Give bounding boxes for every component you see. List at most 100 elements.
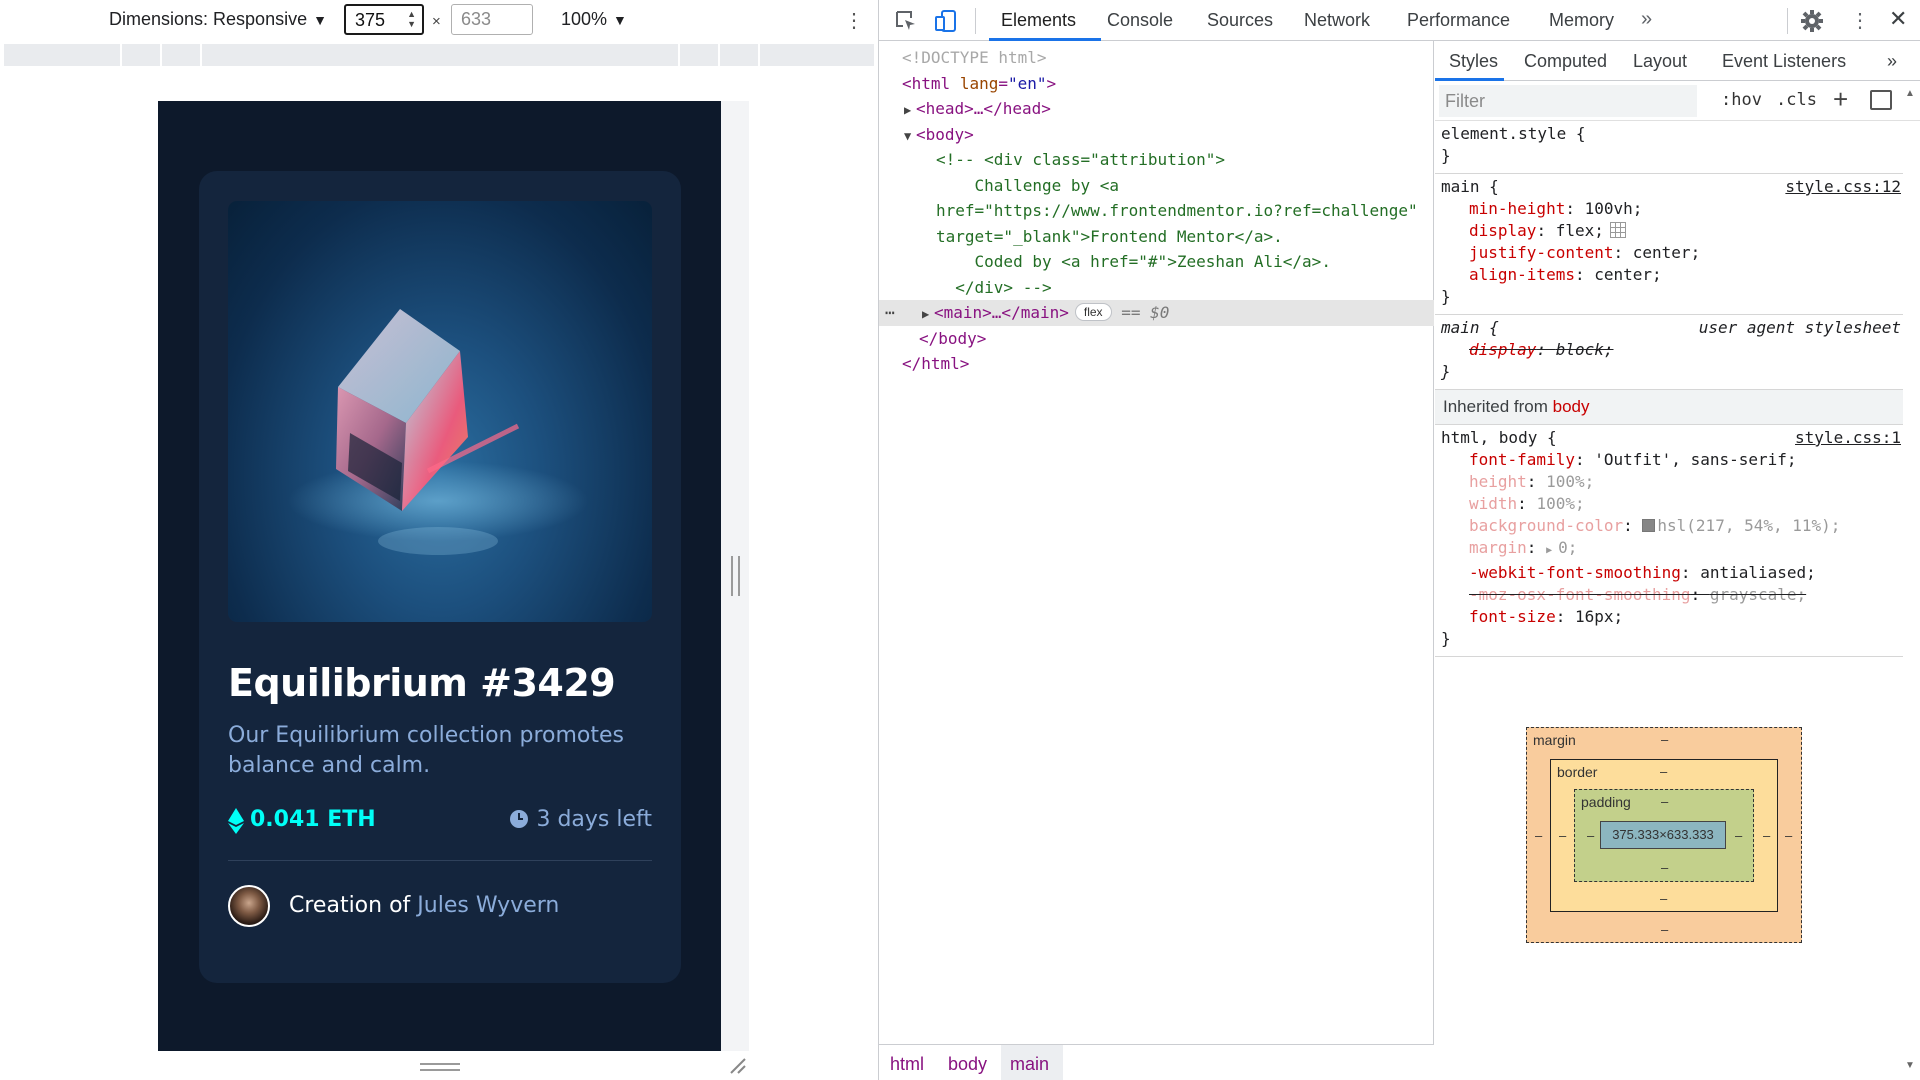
device-toolbar-icon[interactable] xyxy=(934,9,958,33)
dom-node-main[interactable]: ⋯ ▶ <main>…</main> flex == $0 xyxy=(879,300,1434,326)
more-tabs-icon[interactable]: » xyxy=(1641,8,1652,31)
margin-right-value[interactable]: – xyxy=(1785,828,1792,843)
css-declaration[interactable]: font-size: 16px; xyxy=(1441,606,1903,628)
node-actions-icon[interactable]: ⋯ xyxy=(885,300,895,326)
dimensions-dropdown[interactable]: Dimensions: Responsive ▼ xyxy=(109,9,327,30)
breadcrumb-main[interactable]: main xyxy=(1010,1054,1049,1075)
tab-layout[interactable]: Layout xyxy=(1633,51,1687,72)
color-swatch-icon[interactable] xyxy=(1642,519,1656,532)
media-query-segment[interactable] xyxy=(202,44,680,66)
border-left-value[interactable]: – xyxy=(1559,828,1566,843)
tab-console[interactable]: Console xyxy=(1107,10,1173,31)
box-model-margin[interactable]: margin – – – – border – – – – padding – … xyxy=(1526,727,1802,943)
tab-network[interactable]: Network xyxy=(1304,10,1370,31)
margin-top-value[interactable]: – xyxy=(1661,732,1668,747)
rule-source-link[interactable]: style.css:1 xyxy=(1795,427,1901,449)
settings-gear-icon[interactable] xyxy=(1800,9,1824,33)
expand-triangle-icon[interactable]: ▶ xyxy=(922,302,934,328)
breadcrumb-html[interactable]: html xyxy=(890,1054,924,1075)
breadcrumb-body[interactable]: body xyxy=(948,1054,987,1075)
dom-node-html-close[interactable]: </html> xyxy=(879,351,1434,377)
hover-state-button[interactable]: :hov xyxy=(1721,90,1762,110)
css-declaration-inactive[interactable]: background-color: hsl(217, 54%, 11%); xyxy=(1441,515,1903,537)
css-declaration[interactable]: display: flex; xyxy=(1441,220,1903,242)
border-bottom-value[interactable]: – xyxy=(1660,891,1667,906)
scroll-down-icon[interactable]: ▼ xyxy=(1905,1060,1915,1071)
resize-handle-right[interactable] xyxy=(731,556,740,596)
flex-badge[interactable]: flex xyxy=(1074,303,1112,321)
padding-top-value[interactable]: – xyxy=(1661,794,1668,809)
media-query-segment[interactable] xyxy=(122,44,162,66)
close-icon[interactable]: ✕ xyxy=(1889,6,1907,32)
tab-sources[interactable]: Sources xyxy=(1207,10,1273,31)
css-declaration[interactable]: min-height: 100vh; xyxy=(1441,198,1903,220)
expand-shorthand-icon[interactable]: ▶ xyxy=(1546,545,1558,556)
box-model-border[interactable]: border – – – – padding – – – – 375.333×6… xyxy=(1550,759,1778,912)
dom-node-doctype[interactable]: <!DOCTYPE html> xyxy=(879,45,1434,71)
margin-left-value[interactable]: – xyxy=(1535,828,1542,843)
creator-link[interactable]: Jules Wyvern xyxy=(417,893,559,918)
dom-comment-line[interactable]: target="_blank">Frontend Mentor</a>. xyxy=(879,224,1434,250)
media-query-segment[interactable] xyxy=(720,44,760,66)
css-declaration-invalid[interactable]: -moz-osx-font-smoothing: grayscale; xyxy=(1441,584,1903,606)
flexbox-editor-icon[interactable] xyxy=(1609,222,1626,238)
box-model-padding[interactable]: padding – – – – 375.333×633.333 xyxy=(1574,789,1754,882)
css-declaration-inactive[interactable]: height: 100%; xyxy=(1441,471,1903,493)
dom-node-head[interactable]: ▶ <head>…</head> xyxy=(879,96,1434,122)
width-input[interactable]: 375 ▲ ▼ xyxy=(344,4,424,35)
expand-triangle-icon[interactable]: ▶ xyxy=(904,98,916,124)
height-input[interactable]: 633 xyxy=(451,4,533,35)
border-top-value[interactable]: – xyxy=(1660,764,1667,779)
card-title[interactable]: Equilibrium #3429 xyxy=(228,661,616,705)
padding-bottom-value[interactable]: – xyxy=(1661,860,1668,875)
class-toggle-button[interactable]: .cls xyxy=(1776,90,1817,110)
border-right-value[interactable]: – xyxy=(1763,828,1770,843)
spinner-icon[interactable]: ▲ ▼ xyxy=(407,9,416,29)
dom-comment-line[interactable]: Coded by <a href="#">Zeeshan Ali</a>. xyxy=(879,249,1434,275)
dom-node-body[interactable]: ▼ <body> xyxy=(879,122,1434,148)
css-declaration[interactable]: justify-content: center; xyxy=(1441,242,1903,264)
inherited-from-link[interactable]: body xyxy=(1553,397,1590,416)
css-declaration[interactable]: -webkit-font-smoothing: antialiased; xyxy=(1441,562,1903,584)
css-declaration-overridden[interactable]: display: block; xyxy=(1441,339,1903,361)
box-model-content[interactable]: 375.333×633.333 xyxy=(1600,821,1726,849)
css-declaration[interactable]: align-items: center; xyxy=(1441,264,1903,286)
dom-node-body-close[interactable]: </body> xyxy=(879,326,1434,352)
dom-comment-line[interactable]: </div> --> xyxy=(879,275,1434,301)
more-options-icon[interactable]: ⋮ xyxy=(844,8,864,33)
toggle-computed-sidebar-icon[interactable] xyxy=(1870,90,1892,110)
scroll-up-icon[interactable]: ▲ xyxy=(1905,88,1915,99)
media-query-segment[interactable] xyxy=(680,44,720,66)
rule-source-link[interactable]: style.css:12 xyxy=(1785,176,1901,198)
rule-main[interactable]: main { style.css:12 min-height: 100vh; d… xyxy=(1435,174,1903,315)
media-query-segment[interactable] xyxy=(162,44,202,66)
dom-comment-line[interactable]: href="https://www.frontendmentor.io?ref=… xyxy=(879,198,1434,224)
tab-computed[interactable]: Computed xyxy=(1524,51,1607,72)
css-declaration-inactive[interactable]: margin: ▶ 0; xyxy=(1441,537,1903,562)
dom-comment-line[interactable]: <!-- <div class="attribution"> xyxy=(879,147,1434,173)
dom-node-html[interactable]: <html lang="en"> xyxy=(879,71,1434,97)
customize-devtools-icon[interactable]: ⋮ xyxy=(1850,8,1870,33)
rule-user-agent-main[interactable]: main { user agent stylesheet display: bl… xyxy=(1435,315,1903,390)
rule-html-body[interactable]: html, body { style.css:1 font-family: 'O… xyxy=(1435,425,1903,657)
dom-comment-line[interactable]: Challenge by <a xyxy=(879,173,1434,199)
margin-bottom-value[interactable]: – xyxy=(1661,922,1668,937)
tab-elements[interactable]: Elements xyxy=(1001,10,1076,31)
media-query-bar[interactable] xyxy=(4,44,874,66)
collapse-triangle-icon[interactable]: ▼ xyxy=(904,124,916,150)
rule-element-style[interactable]: element.style { } xyxy=(1435,121,1903,174)
tab-performance[interactable]: Performance xyxy=(1407,10,1510,31)
css-declaration[interactable]: font-family: 'Outfit', sans-serif; xyxy=(1441,449,1903,471)
tab-styles[interactable]: Styles xyxy=(1449,51,1498,72)
inspect-element-icon[interactable] xyxy=(894,9,918,33)
tab-event-listeners[interactable]: Event Listeners xyxy=(1722,51,1846,72)
new-style-rule-icon[interactable]: + xyxy=(1833,84,1848,115)
nft-image[interactable] xyxy=(228,201,652,622)
css-declaration-inactive[interactable]: width: 100%; xyxy=(1441,493,1903,515)
resize-handle-bottom[interactable] xyxy=(420,1063,460,1071)
padding-right-value[interactable]: – xyxy=(1735,828,1742,843)
resize-corner-icon[interactable] xyxy=(727,1055,747,1075)
tab-memory[interactable]: Memory xyxy=(1549,10,1614,31)
zoom-dropdown[interactable]: 100% ▼ xyxy=(561,9,627,30)
media-query-segment[interactable] xyxy=(4,44,122,66)
